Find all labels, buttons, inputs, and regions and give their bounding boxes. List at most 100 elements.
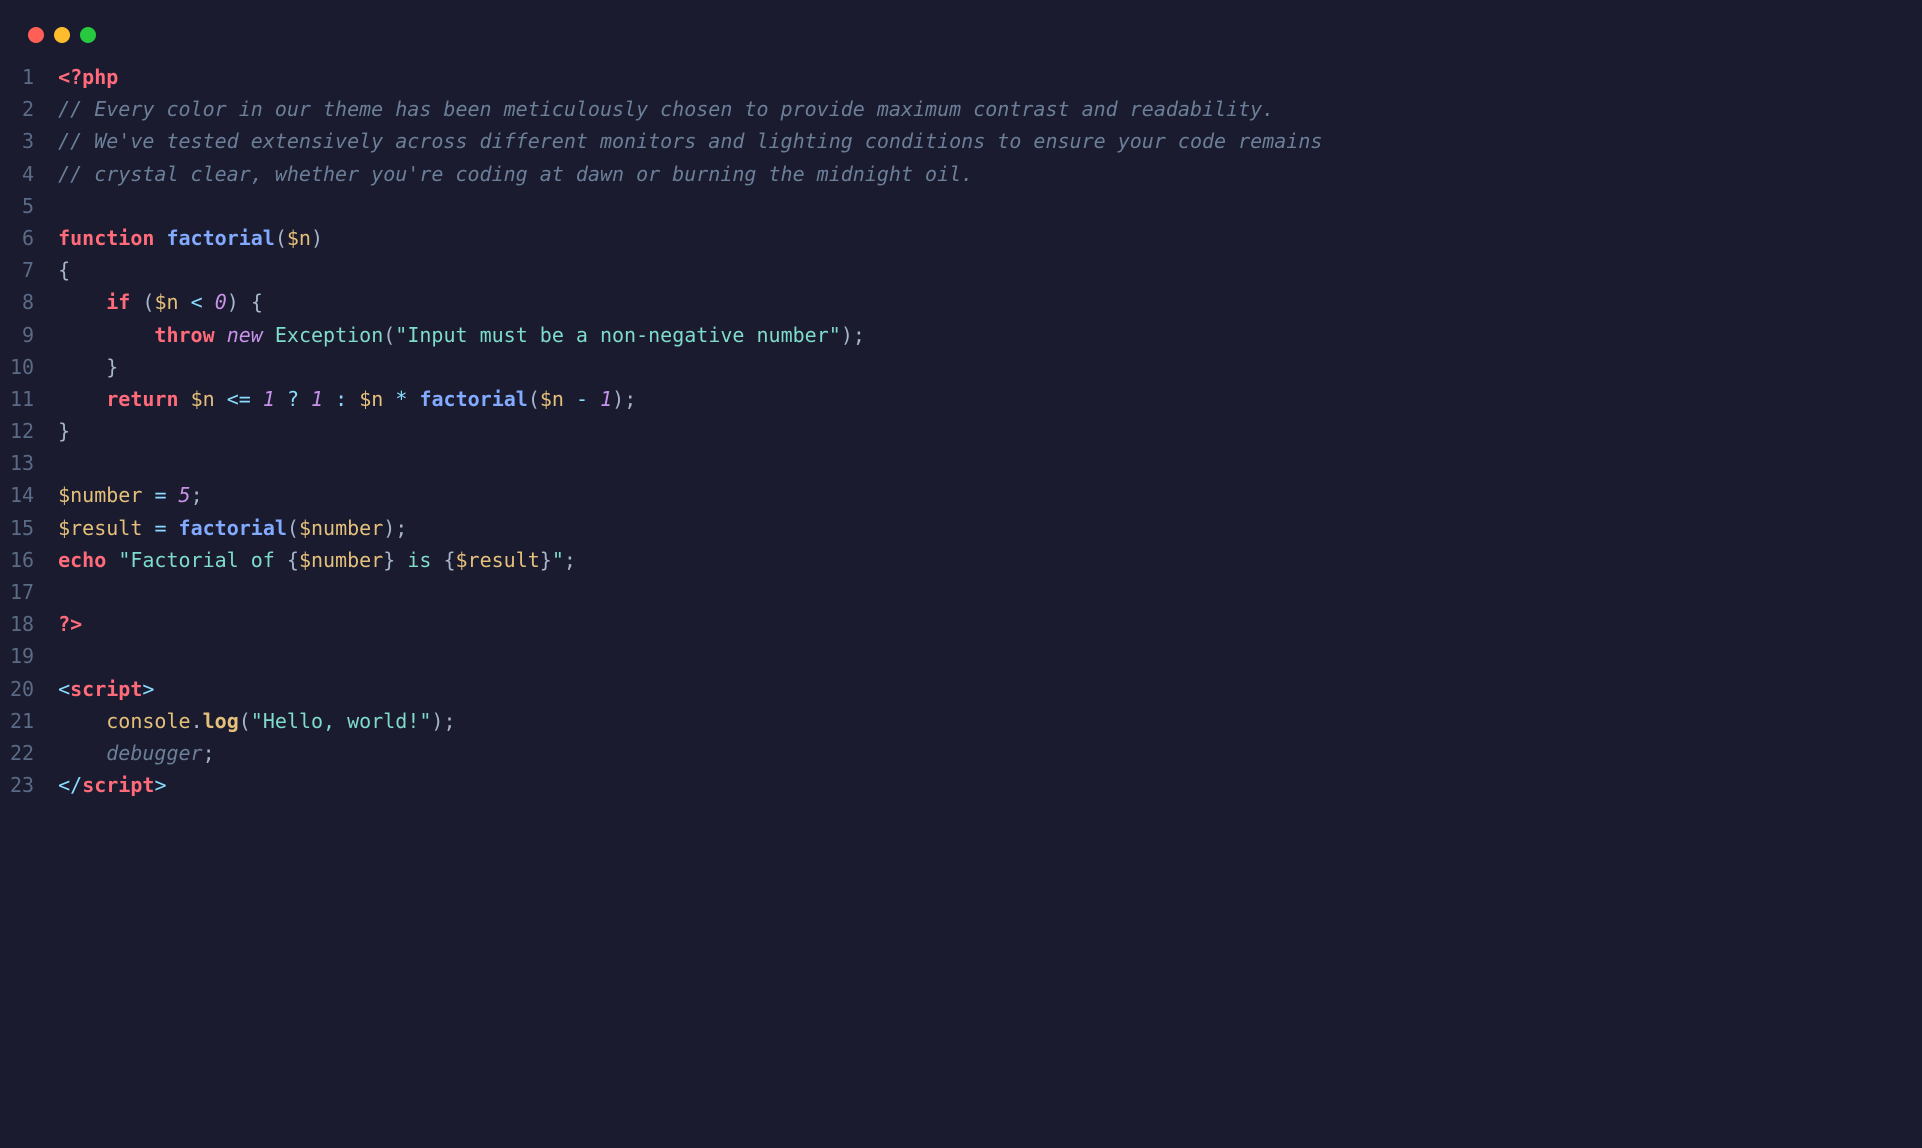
token — [166, 516, 178, 540]
token: ) — [311, 226, 323, 250]
token — [130, 290, 142, 314]
line-number: 17 — [10, 576, 34, 608]
minimize-icon[interactable] — [54, 27, 70, 43]
code-line[interactable] — [58, 190, 1922, 222]
code-line[interactable]: $number = 5; — [58, 479, 1922, 511]
token: "Factorial of — [118, 548, 287, 572]
token: 5 — [179, 483, 191, 507]
line-number: 16 — [10, 544, 34, 576]
token: $n — [359, 387, 383, 411]
token: { — [443, 548, 455, 572]
token — [299, 387, 311, 411]
token: ( — [287, 516, 299, 540]
token: ; — [191, 483, 203, 507]
line-number: 21 — [10, 705, 34, 737]
token — [58, 290, 106, 314]
token: ( — [142, 290, 154, 314]
token — [588, 387, 600, 411]
line-number: 3 — [10, 125, 34, 157]
code-line[interactable]: debugger; — [58, 737, 1922, 769]
code-line[interactable]: ?> — [58, 608, 1922, 640]
token — [58, 709, 106, 733]
token: " — [552, 548, 564, 572]
token: ; — [624, 387, 636, 411]
token: } — [58, 419, 70, 443]
maximize-icon[interactable] — [80, 27, 96, 43]
code-line[interactable]: <script> — [58, 673, 1922, 705]
token — [142, 483, 154, 507]
token — [58, 741, 106, 765]
token — [215, 323, 227, 347]
code-line[interactable]: { — [58, 254, 1922, 286]
code-line[interactable]: </script> — [58, 769, 1922, 801]
token — [154, 226, 166, 250]
code-line[interactable] — [58, 447, 1922, 479]
code-line[interactable]: function factorial($n) — [58, 222, 1922, 254]
token: $result — [456, 548, 540, 572]
line-number: 13 — [10, 447, 34, 479]
token: ; — [443, 709, 455, 733]
line-number: 6 — [10, 222, 34, 254]
code-line[interactable]: <?php — [58, 61, 1922, 93]
token: ; — [564, 548, 576, 572]
token: : — [335, 387, 347, 411]
code-line[interactable]: console.log("Hello, world!"); — [58, 705, 1922, 737]
line-number: 15 — [10, 512, 34, 544]
code-line[interactable]: // crystal clear, whether you're coding … — [58, 158, 1922, 190]
token: < — [58, 677, 70, 701]
token: // Every color in our theme has been met… — [58, 97, 1274, 121]
line-number: 20 — [10, 673, 34, 705]
code-line[interactable]: } — [58, 351, 1922, 383]
token: } — [383, 548, 395, 572]
close-icon[interactable] — [28, 27, 44, 43]
token: ) — [612, 387, 624, 411]
token — [215, 387, 227, 411]
token: > — [142, 677, 154, 701]
token: } — [106, 355, 118, 379]
token: throw — [154, 323, 214, 347]
token: = — [154, 483, 166, 507]
token — [263, 323, 275, 347]
code-line[interactable]: $result = factorial($number); — [58, 512, 1922, 544]
token: // We've tested extensively across diffe… — [58, 129, 1322, 153]
token: console — [106, 709, 190, 733]
code-line[interactable]: // We've tested extensively across diffe… — [58, 125, 1922, 157]
token: ?> — [58, 612, 82, 636]
token: ( — [275, 226, 287, 250]
token: > — [154, 773, 166, 797]
code-line[interactable]: if ($n < 0) { — [58, 286, 1922, 318]
code-line[interactable] — [58, 576, 1922, 608]
token: 1 — [311, 387, 323, 411]
token: return — [106, 387, 178, 411]
line-number: 22 — [10, 737, 34, 769]
code-line[interactable]: // Every color in our theme has been met… — [58, 93, 1922, 125]
token: debugger — [106, 741, 202, 765]
code-line[interactable]: } — [58, 415, 1922, 447]
code-area[interactable]: 1234567891011121314151617181920212223 <?… — [0, 61, 1922, 801]
token: * — [395, 387, 407, 411]
code-content[interactable]: <?php // Every color in our theme has bee… — [58, 61, 1922, 801]
token — [58, 355, 106, 379]
token: $n — [191, 387, 215, 411]
token — [58, 323, 154, 347]
code-line[interactable]: return $n <= 1 ? 1 : $n * factorial($n -… — [58, 383, 1922, 415]
code-line[interactable] — [58, 640, 1922, 672]
token: factorial — [179, 516, 287, 540]
token: = — [154, 516, 166, 540]
line-number: 9 — [10, 319, 34, 351]
line-number: 19 — [10, 640, 34, 672]
token: new — [227, 323, 263, 347]
token: ) — [841, 323, 853, 347]
token: ; — [203, 741, 215, 765]
code-line[interactable]: throw new Exception("Input must be a non… — [58, 319, 1922, 351]
token: // crystal clear, whether you're coding … — [58, 162, 973, 186]
line-number: 23 — [10, 769, 34, 801]
token — [179, 290, 191, 314]
token: { — [287, 548, 299, 572]
token: ? — [287, 387, 299, 411]
token — [347, 387, 359, 411]
code-line[interactable]: echo "Factorial of {$number} is {$result… — [58, 544, 1922, 576]
token: ) — [431, 709, 443, 733]
token: ) — [383, 516, 395, 540]
token: { — [58, 258, 70, 282]
